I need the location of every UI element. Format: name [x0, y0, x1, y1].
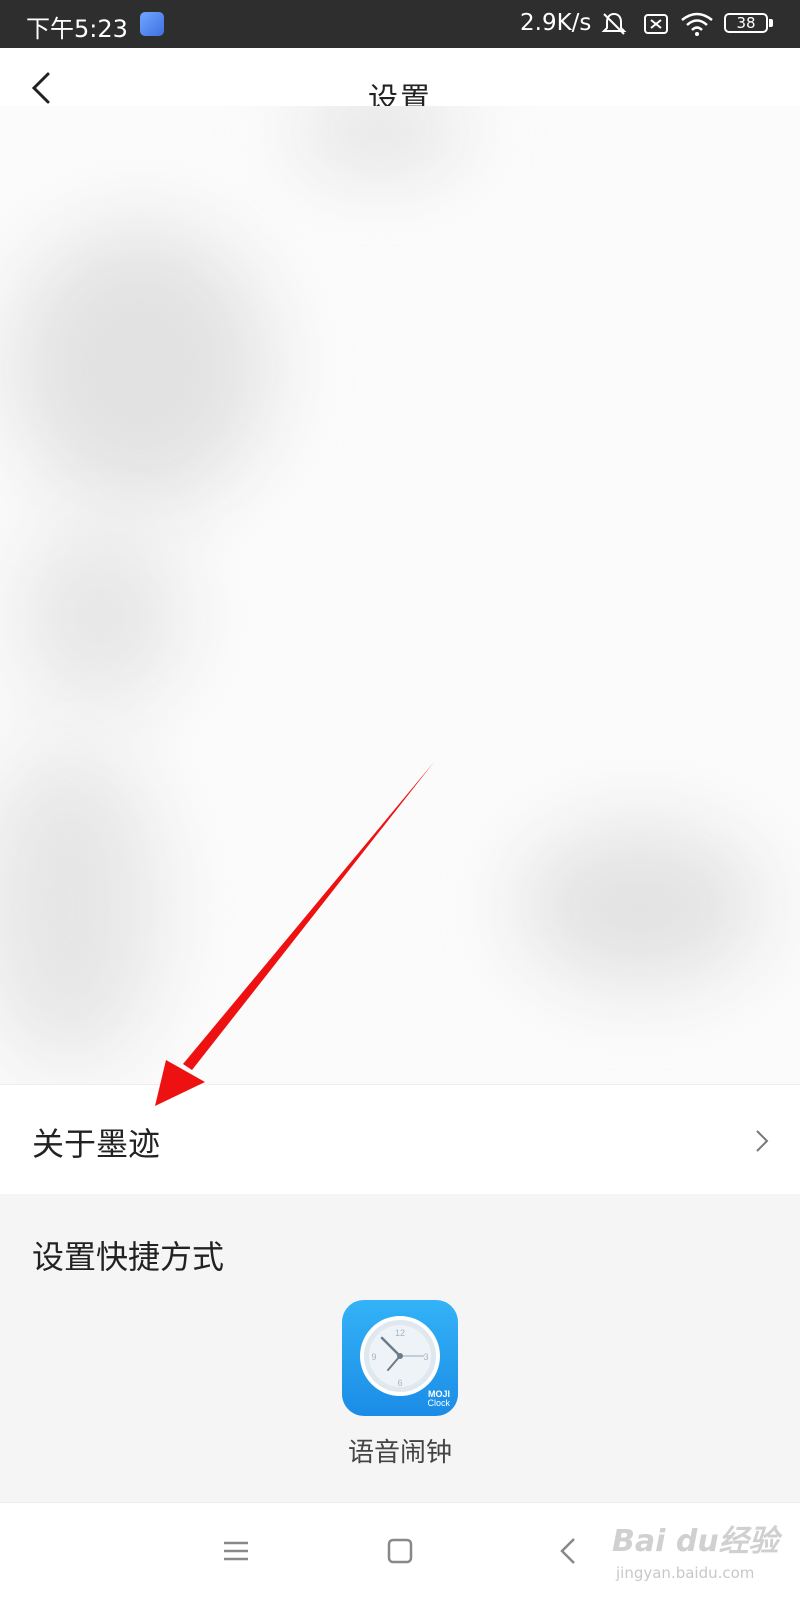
app-header: 设置 — [0, 48, 800, 117]
back-triangle-icon[interactable] — [550, 1531, 590, 1571]
menu-icon[interactable] — [216, 1531, 256, 1571]
clock-number-3: 3 — [423, 1352, 428, 1362]
baidu-jingyan-watermark: Bai du经验 jingyan.baidu.com — [612, 1510, 792, 1596]
blurred-settings-content — [0, 106, 800, 1084]
status-bar: 下午5:23 2.9K/s 38 — [0, 0, 800, 48]
clock-number-9: 9 — [371, 1352, 376, 1362]
shortcut-section: 设置快捷方式 12 3 6 9 MOJI Clock 语音闹钟 — [0, 1194, 800, 1502]
chevron-right-icon — [756, 1130, 769, 1152]
home-square-icon[interactable] — [380, 1531, 420, 1571]
bell-muted-icon — [601, 12, 627, 35]
clock-number-12: 12 — [395, 1328, 405, 1338]
moji-clock-badge: MOJI Clock — [427, 1390, 450, 1408]
about-moji-row[interactable]: 关于墨迹 — [0, 1084, 800, 1195]
voice-alarm-app-icon[interactable]: 12 3 6 9 MOJI Clock — [342, 1300, 458, 1416]
about-moji-label: 关于墨迹 — [32, 1125, 161, 1163]
watermark-url: jingyan.baidu.com — [616, 1564, 755, 1582]
moji-text-line2: Clock — [427, 1398, 450, 1408]
battery-level: 38 — [724, 13, 768, 33]
network-speed: 2.9K/s — [520, 10, 592, 36]
watermark-main: Bai du经验 — [612, 1524, 779, 1559]
app-badge-icon — [140, 12, 164, 36]
sim-x-icon — [644, 14, 668, 34]
status-time: 下午5:23 — [26, 15, 128, 43]
shortcut-heading: 设置快捷方式 — [32, 1238, 225, 1276]
voice-alarm-label: 语音闹钟 — [347, 1438, 452, 1468]
battery-icon: 38 — [724, 10, 776, 38]
wifi-icon — [681, 12, 713, 36]
clock-number-6: 6 — [397, 1378, 402, 1388]
